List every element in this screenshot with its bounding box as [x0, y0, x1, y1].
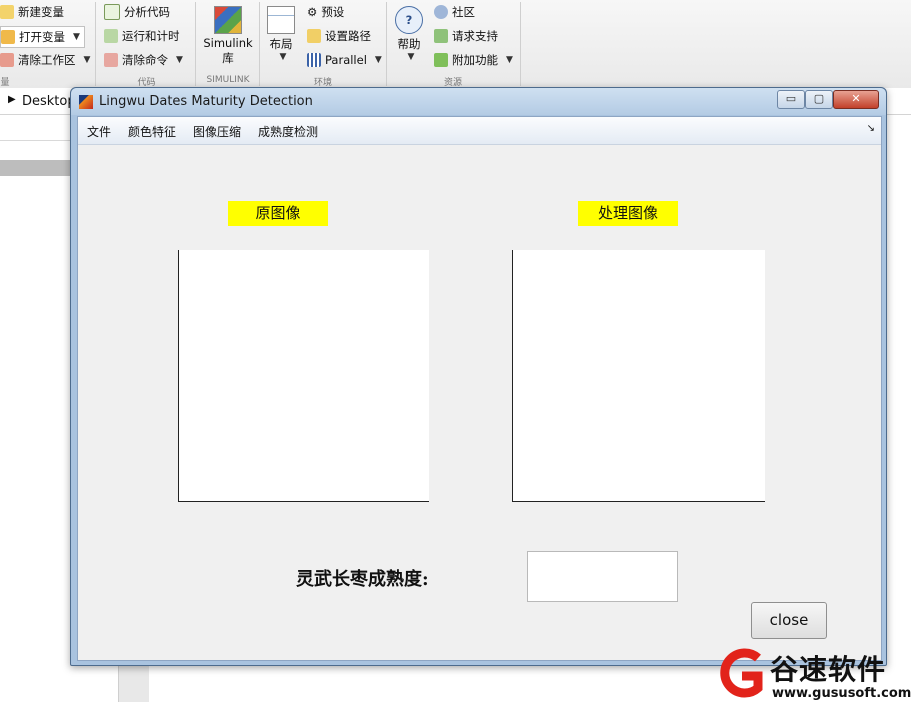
maturity-result-field[interactable]	[527, 551, 678, 602]
folder-icon	[307, 29, 321, 43]
chevron-down-icon: ▼	[279, 52, 287, 62]
eraser-icon	[0, 53, 14, 67]
layout-button[interactable]: 布局 ▼	[264, 6, 298, 62]
processed-image-label: 处理图像	[578, 201, 678, 226]
figure-client-area: 文件 颜色特征 图像压缩 成熟度检测 ↘ 原图像 处理图像 灵武长枣成熟度: c…	[77, 116, 882, 661]
watermark-url: www.gususoft.com	[772, 686, 911, 701]
selected-row[interactable]	[0, 160, 70, 176]
simulink-icon	[214, 6, 242, 34]
figure-window: Lingwu Dates Maturity Detection ▭ ▢ ✕ 文件…	[70, 87, 887, 666]
divider	[520, 2, 521, 86]
gear-icon: ⚙	[307, 5, 318, 19]
original-image-label: 原图像	[228, 201, 328, 226]
chevron-right-icon[interactable]: ▶	[8, 94, 16, 105]
maturity-result-label: 灵武长枣成熟度:	[296, 569, 429, 590]
divider	[0, 140, 70, 141]
close-button[interactable]: close	[751, 602, 827, 639]
gususoft-logo-icon	[720, 648, 763, 698]
title-bar[interactable]: Lingwu Dates Maturity Detection ▭ ▢ ✕	[71, 88, 886, 115]
chevron-down-icon: ▼	[506, 55, 513, 65]
parallel-icon	[307, 53, 321, 67]
community-item[interactable]: 社区	[434, 2, 475, 22]
menu-bar: 文件 颜色特征 图像压缩 成熟度检测 ↘	[78, 117, 881, 145]
layout-icon	[267, 6, 295, 34]
set-path-item[interactable]: 设置路径	[307, 26, 371, 46]
open-variable-icon	[1, 30, 15, 44]
maximize-button[interactable]: ▢	[805, 90, 833, 109]
chevron-down-icon: ▼	[83, 55, 91, 65]
help-button[interactable]: ? 帮助 ▼	[392, 6, 426, 62]
minimize-button[interactable]: ▭	[777, 90, 805, 109]
original-image-axes	[178, 250, 429, 502]
parallel-item[interactable]: Parallel ▼	[307, 50, 382, 70]
menu-file[interactable]: 文件	[87, 123, 111, 140]
request-support-item[interactable]: 请求支持	[434, 26, 498, 46]
run-and-time-item[interactable]: 运行和计时	[104, 26, 180, 46]
chevron-down-icon: ▼	[374, 55, 382, 65]
new-variable-icon	[0, 5, 14, 19]
eraser-icon	[104, 53, 118, 67]
menu-maturity-detection[interactable]: 成熟度检测	[258, 123, 318, 140]
add-ons-item[interactable]: 附加功能 ▼	[434, 50, 513, 70]
support-icon	[434, 29, 448, 43]
window-close-button[interactable]: ✕	[833, 90, 879, 109]
menu-image-compression[interactable]: 图像压缩	[193, 123, 241, 140]
plus-icon	[434, 53, 448, 67]
section-label-simulink: SIMULINK	[206, 75, 250, 85]
new-variable-item[interactable]: 新建变量	[0, 2, 64, 22]
analyze-icon	[104, 4, 120, 20]
analyze-code-item[interactable]: 分析代码	[104, 2, 170, 22]
watermark-name: 谷速软件	[770, 653, 887, 686]
toolbar-toggle-icon[interactable]: ↘	[867, 123, 875, 134]
divider	[259, 2, 260, 86]
chevron-down-icon: ▼	[176, 55, 183, 65]
chevron-down-icon: ▼	[407, 52, 415, 62]
clear-commands-item[interactable]: 清除命令 ▼	[104, 50, 183, 70]
left-panel	[0, 115, 70, 702]
menu-color-features[interactable]: 颜色特征	[128, 123, 176, 140]
simulink-library-button[interactable]: Simulink 库	[200, 6, 256, 66]
stopwatch-icon	[104, 29, 118, 43]
matlab-logo-icon	[79, 95, 93, 109]
divider	[195, 2, 196, 86]
section-label-variable: 量	[0, 78, 10, 88]
chevron-down-icon: ▼	[73, 32, 80, 42]
divider	[386, 2, 387, 86]
help-icon: ?	[395, 6, 423, 34]
window-title: Lingwu Dates Maturity Detection	[99, 94, 313, 109]
divider	[95, 2, 96, 86]
processed-image-axes	[512, 250, 765, 502]
community-icon	[434, 5, 448, 19]
preferences-item[interactable]: ⚙ 预设	[307, 2, 344, 22]
scrollbar[interactable]	[118, 660, 149, 702]
path-folder[interactable]: Desktop	[22, 94, 76, 109]
open-variable-item[interactable]: 打开变量 ▼	[0, 26, 85, 48]
matlab-toolstrip: 新建变量 打开变量 ▼ 清除工作区 ▼ 量 分析代码 运行和计时 清除命令 ▼ …	[0, 0, 911, 89]
clear-workspace-item[interactable]: 清除工作区 ▼	[0, 50, 90, 70]
